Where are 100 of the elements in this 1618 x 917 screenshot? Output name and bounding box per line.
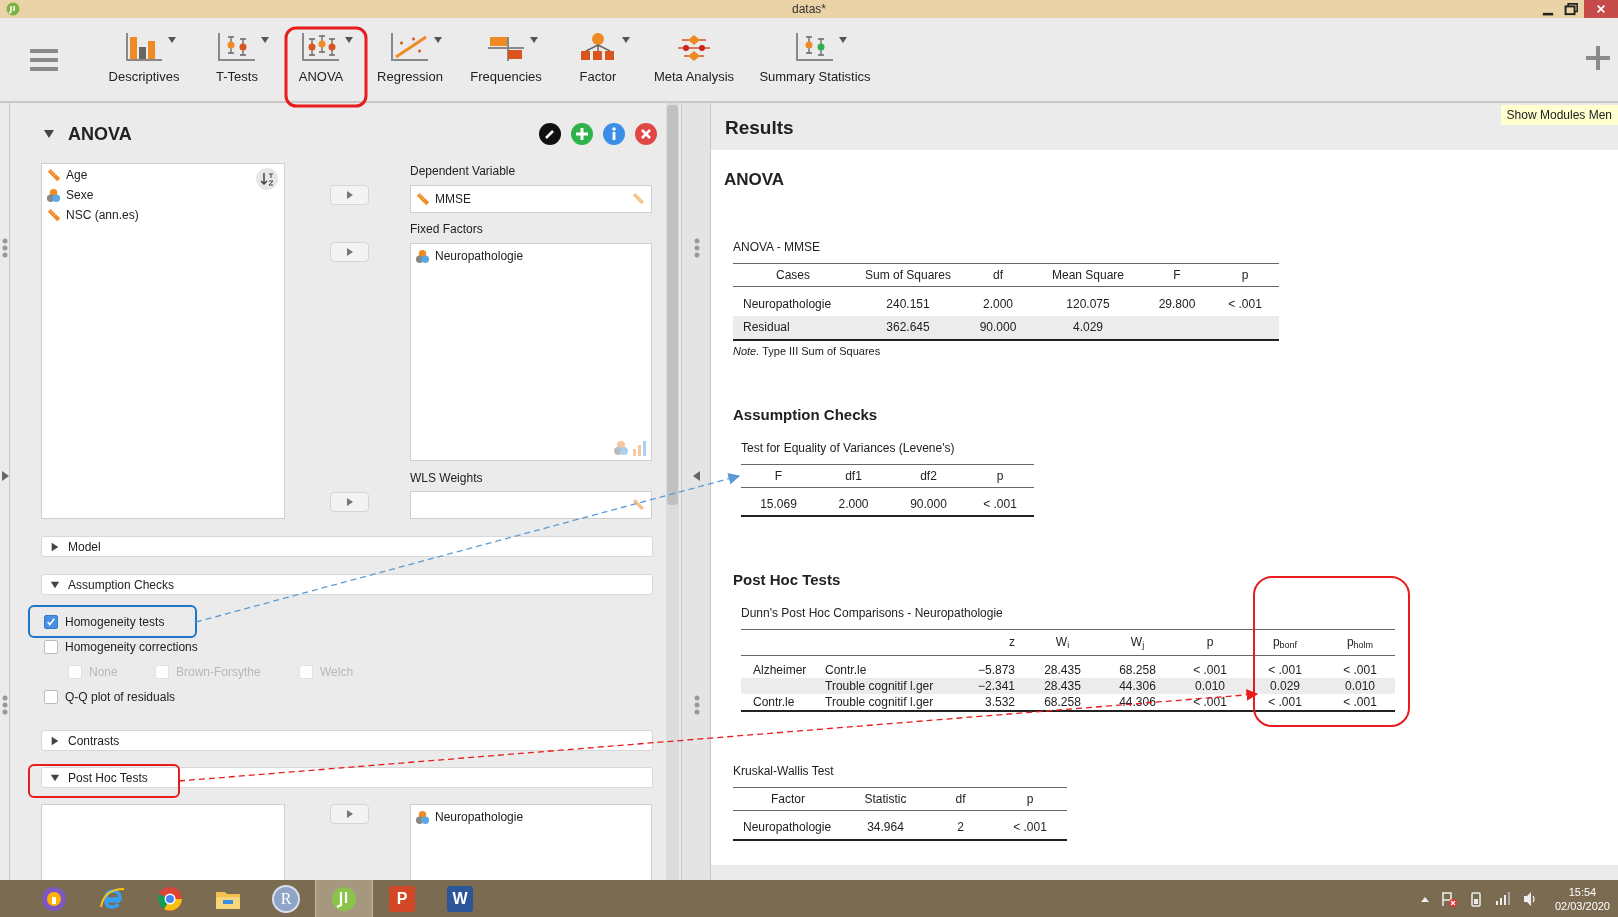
caret-up-icon[interactable] [1420, 895, 1429, 902]
error-bars-icon [795, 31, 835, 63]
column-header: p [993, 787, 1067, 811]
menu-icon[interactable] [30, 47, 58, 72]
module-button[interactable]: T-Tests [191, 24, 283, 95]
error-bars-icon [217, 31, 257, 63]
table-cell: 68.258 [1025, 694, 1100, 711]
taskbar-button[interactable]: W [431, 880, 489, 917]
module-button[interactable]: Meta Analysis [645, 24, 743, 95]
flag-icon[interactable] [1440, 890, 1457, 907]
module-button[interactable]: Regression [359, 24, 461, 95]
clock-time[interactable]: 15:54 [1568, 884, 1597, 899]
variable-item[interactable]: Age [46, 165, 280, 185]
column-header: Mean Square [1033, 263, 1143, 287]
checkbox[interactable] [44, 689, 58, 704]
section-header[interactable]: Contrasts [41, 730, 653, 751]
ruler-icon [46, 167, 61, 183]
variable-item[interactable]: Neuropathologie [415, 246, 647, 266]
table-cell: 44.306 [1100, 678, 1175, 694]
signal-icon[interactable] [1494, 891, 1511, 906]
dependent-variable-field[interactable]: MMSE [410, 185, 652, 213]
move-button[interactable] [330, 185, 369, 205]
wls-weights-field[interactable] [410, 491, 652, 519]
circles-icon [415, 248, 430, 264]
section-header[interactable]: Assumption Checks [41, 574, 653, 595]
table-cell: Residual [733, 315, 853, 340]
collapse-triangle-icon[interactable] [50, 772, 60, 783]
column-header: p$_{bonf}$ [1245, 629, 1325, 655]
table-cell: < .001 [966, 492, 1034, 516]
table-cell: < .001 [1325, 662, 1395, 678]
table-cell: < .001 [1325, 694, 1395, 711]
close-icon[interactable] [635, 123, 657, 145]
column-header: W$_{i}$ [1025, 629, 1100, 655]
variable-item[interactable]: NSC (ann.es) [46, 205, 280, 225]
scrollbar[interactable] [666, 103, 679, 880]
module-button[interactable]: Frequencies [461, 24, 551, 95]
move-button[interactable] [330, 492, 369, 512]
module-button[interactable]: ANOVA [283, 24, 359, 95]
collapse-triangle-icon[interactable] [50, 579, 60, 590]
r-logo-icon: R [272, 884, 300, 913]
table-cell: −2.341 [955, 678, 1025, 694]
table-cell: 90.000 [963, 315, 1033, 340]
module-button[interactable]: Factor [551, 24, 645, 95]
add-icon[interactable] [1586, 46, 1610, 70]
checkbox-label[interactable]: Homogeneity corrections [65, 637, 198, 656]
info-icon[interactable] [603, 123, 625, 145]
drag-handle-icon[interactable] [2, 695, 8, 715]
close-icon [1596, 4, 1606, 14]
tooltip: Show Modules Men [1500, 105, 1618, 125]
fixed-factors-list[interactable]: Neuropathologie [410, 243, 652, 461]
module-button[interactable]: Summary Statistics [743, 24, 887, 95]
section-header[interactable]: Post Hoc Tests [41, 767, 653, 788]
expand-arrow-icon[interactable] [2, 471, 9, 481]
scrollbar-thumb[interactable] [667, 105, 678, 505]
table-cell: 29.800 [1143, 291, 1211, 316]
drag-handle-icon[interactable] [2, 238, 8, 258]
column-header: df [963, 263, 1033, 287]
collapse-arrow-icon[interactable] [693, 471, 700, 481]
checkbox[interactable] [44, 614, 58, 629]
add-icon[interactable] [571, 123, 593, 145]
sort-button[interactable] [256, 168, 278, 190]
sort-icon [260, 172, 274, 186]
clock-date[interactable]: 02/03/2020 [1554, 898, 1610, 913]
table-cell: < .001 [1245, 694, 1325, 711]
app-logo-icon [330, 884, 358, 913]
taskbar-button[interactable] [315, 880, 373, 917]
post-hoc-list[interactable]: Neuropathologie [410, 804, 652, 880]
drag-handle-icon[interactable] [694, 695, 700, 715]
table-cell: Trouble cognitif l.ger [825, 694, 955, 711]
column-header: Factor [733, 787, 843, 811]
taskbar-button[interactable]: P [373, 880, 431, 917]
variable-item[interactable]: MMSE [415, 189, 471, 209]
move-button[interactable] [330, 804, 369, 824]
column-header: p [966, 464, 1034, 487]
checkbox[interactable] [44, 639, 58, 654]
table-cell: 362.645 [853, 315, 963, 340]
module-button[interactable]: Descriptives [97, 24, 191, 95]
drag-handle-icon[interactable] [694, 238, 700, 258]
field-label: Fixed Factors [410, 221, 484, 237]
checkbox-label[interactable]: Homogeneity tests [65, 612, 165, 631]
checkbox-label[interactable]: Q-Q plot of residuals [65, 687, 176, 706]
variable-item[interactable]: Neuropathologie [415, 807, 647, 827]
edit-icon[interactable] [539, 123, 561, 145]
variable-item[interactable]: Sexe [46, 185, 280, 205]
ruler-icon [631, 192, 645, 206]
table-cell: 90.000 [891, 492, 966, 516]
expand-triangle-icon[interactable] [50, 541, 60, 552]
speaker-icon[interactable] [1522, 890, 1537, 907]
variable-name: Age [66, 167, 88, 184]
expand-triangle-icon[interactable] [50, 735, 60, 746]
section-title: Assumption Checks [68, 576, 175, 594]
shaded-cell [1211, 315, 1279, 340]
move-button[interactable] [330, 242, 369, 262]
column-header: p$_{holm}$ [1325, 629, 1395, 655]
collapse-triangle-icon[interactable] [43, 128, 55, 140]
ruler-icon [631, 498, 645, 512]
battery-icon[interactable] [1468, 890, 1483, 907]
results-heading: ANOVA [724, 170, 786, 190]
section-header[interactable]: Model [41, 536, 653, 557]
error-bars-icon [301, 31, 341, 63]
